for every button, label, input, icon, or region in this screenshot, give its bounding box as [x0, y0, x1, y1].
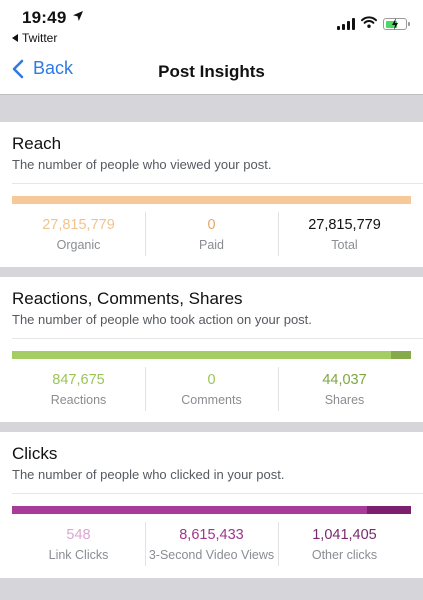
shares-label: Shares [324, 393, 365, 407]
location-arrow-icon [72, 9, 84, 27]
link-clicks-value: 548 [66, 527, 91, 543]
battery-charging-icon [383, 18, 410, 30]
comments-stat: 0 Comments [145, 367, 278, 415]
status-bar: 19:49 Twitter [0, 0, 423, 54]
engagement-section: Reactions, Comments, Shares The number o… [0, 277, 423, 422]
other-clicks-stat: 1,041,405 Other clicks [278, 522, 411, 570]
cellular-signal-icon [337, 18, 355, 30]
reach-organic-label: Organic [56, 238, 101, 252]
reach-bar [12, 196, 411, 204]
reach-title: Reach [12, 134, 62, 153]
reach-paid-label: Paid [198, 238, 225, 252]
divider [12, 183, 423, 184]
status-icons [337, 15, 410, 33]
engagement-description: The number of people who took action on … [12, 312, 312, 327]
reach-organic-value: 27,815,779 [42, 217, 115, 233]
video-views-stat: 8,615,433 3-Second Video Views [145, 522, 278, 570]
shares-value: 44,037 [322, 372, 367, 388]
section-spacer [0, 94, 423, 122]
reach-paid-value: 0 [207, 217, 216, 233]
bar-segment [391, 351, 411, 359]
engagement-title: Reactions, Comments, Shares [12, 289, 243, 308]
divider [12, 493, 423, 494]
reactions-label: Reactions [50, 393, 107, 407]
section-spacer [0, 578, 423, 600]
divider [12, 338, 423, 339]
video-views-value: 8,615,433 [179, 527, 244, 543]
reactions-value: 847,675 [52, 372, 105, 388]
reach-total-stat: 27,815,779 Total [278, 212, 411, 260]
link-clicks-label: Link Clicks [48, 548, 109, 562]
status-time-row: 19:49 [22, 8, 84, 28]
link-clicks-stat: 548 Link Clicks [12, 526, 145, 570]
back-to-app-link[interactable]: Twitter [12, 31, 57, 45]
status-time: 19:49 [22, 8, 67, 27]
reactions-stat: 847,675 Reactions [12, 371, 145, 415]
engagement-stats: 847,675 Reactions 0 Comments 44,037 Shar… [12, 367, 411, 415]
clicks-stats: 548 Link Clicks 8,615,433 3-Second Video… [12, 522, 411, 570]
navigation-bar: Back Post Insights [0, 54, 423, 94]
reach-paid-stat: 0 Paid [145, 212, 278, 260]
clicks-title: Clicks [12, 444, 58, 463]
bar-segment [12, 506, 368, 514]
comments-label: Comments [181, 393, 242, 407]
wifi-icon [361, 15, 377, 33]
section-spacer [0, 267, 423, 277]
clicks-bar [12, 506, 411, 514]
comments-value: 0 [207, 372, 216, 388]
engagement-bar [12, 351, 411, 359]
reach-total-label: Total [331, 238, 358, 252]
reach-description: The number of people who viewed your pos… [12, 157, 272, 172]
clicks-section: Clicks The number of people who clicked … [0, 432, 423, 578]
reach-stats: 27,815,779 Organic 0 Paid 27,815,779 Tot… [12, 212, 411, 260]
back-triangle-icon [12, 34, 18, 42]
section-spacer [0, 422, 423, 432]
bar-segment [367, 506, 411, 514]
shares-stat: 44,037 Shares [278, 367, 411, 415]
other-clicks-value: 1,041,405 [312, 527, 377, 543]
bar-segment [12, 196, 411, 204]
reach-section: Reach The number of people who viewed yo… [0, 122, 423, 267]
bar-segment [12, 351, 392, 359]
page-title: Post Insights [158, 62, 265, 81]
clicks-description: The number of people who clicked in your… [12, 467, 285, 482]
video-views-label: 3-Second Video Views [148, 548, 275, 562]
back-to-app-label: Twitter [22, 31, 58, 45]
reach-total-value: 27,815,779 [308, 217, 381, 233]
other-clicks-label: Other clicks [311, 548, 378, 562]
reach-organic-stat: 27,815,779 Organic [12, 216, 145, 260]
